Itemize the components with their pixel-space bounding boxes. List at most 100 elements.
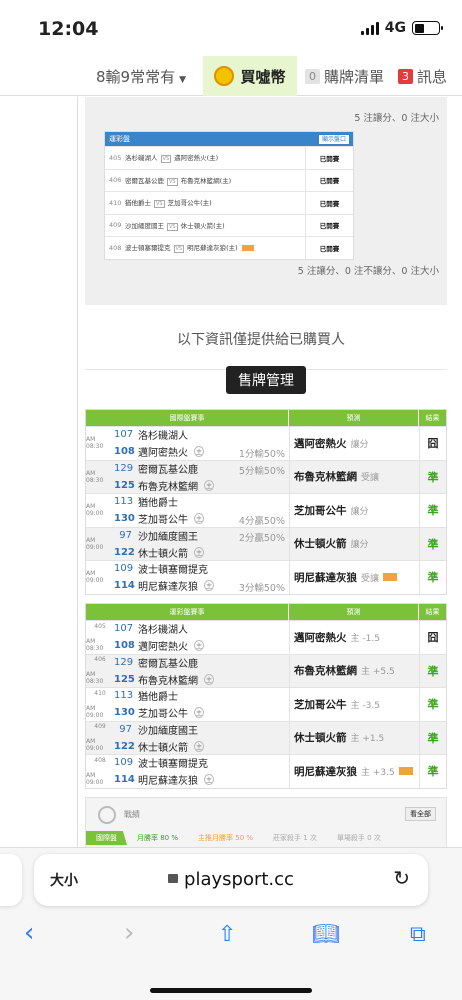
back-icon[interactable]: ‹ (24, 918, 34, 948)
home-team: 休士頓火箭 (138, 548, 188, 560)
table-row: AM 09:00 97 沙加緬度國王 122 休士頓火箭主 2分贏50% 休士頓火箭 讓分準 (86, 526, 446, 561)
result-cell: 準 (419, 460, 446, 493)
away-team: 波士頓塞爾提克 (138, 565, 208, 577)
buy-coins-button[interactable]: 買噓幣 (203, 56, 297, 96)
record-stats: 國際盤 月勝率 80 % 主推月勝率 50 % 莊家殺手 1 次 單場殺手 0 … (86, 831, 448, 845)
pick-note: 受讓 (361, 473, 380, 484)
away-team-line: 109 波士頓塞爾提克 (114, 755, 289, 770)
col-header-result: 結果 (425, 608, 440, 616)
game-id: 406 (109, 176, 122, 185)
user-menu[interactable]: 8輸9常常有 ▼ (96, 66, 186, 87)
vs-icon: VS (160, 155, 172, 164)
view-all-button[interactable]: 看全部 (405, 807, 436, 821)
home-mark: 主 (194, 513, 205, 525)
home-mark: 主 (194, 707, 205, 719)
teams-cell: 129 密爾瓦基公鹿 125 布魯克林籃網主 5分輸50% (114, 461, 289, 494)
away-team-line: 109 波士頓塞爾提克 (114, 561, 289, 576)
intl-table-header: 國際盤賽事 預測 結果 (86, 410, 446, 426)
team-number: 97 (119, 723, 132, 735)
show-odds-button[interactable]: 顯示盤口 (318, 134, 349, 144)
vs-icon: VS (167, 177, 178, 186)
user-name: 8輸9常常有 (96, 68, 176, 86)
result-cell: 囧 (419, 427, 446, 460)
record-tab-intl[interactable]: 國際盤 (86, 831, 127, 845)
buy-label: 買噓幣 (240, 67, 286, 86)
mini-table-header: 運彩盤 顯示盤口 (105, 132, 353, 146)
team-number: 125 (114, 673, 135, 685)
away-team-line: 97 沙加緬度國王 (114, 722, 289, 737)
home-mark: 主 (194, 740, 205, 752)
team-number: 129 (114, 462, 134, 474)
result-cell: 準 (419, 654, 446, 687)
time-cell: 408 AM 09:00 (86, 755, 114, 788)
tabs-icon[interactable]: ⧉ (410, 922, 426, 947)
pick-team: 芝加哥公牛 (294, 698, 347, 711)
pick-team: 休士頓火箭 (294, 538, 347, 551)
pick-tag-icon (383, 573, 398, 582)
pick-tag-icon (241, 245, 254, 252)
away-team: 沙加緬度國王 (138, 531, 198, 543)
pick-cell: 休士頓火箭主 +1.5 (289, 721, 419, 754)
home-team: 布魯克林籃網(主) (180, 176, 232, 185)
game-time: AM 08:30 (86, 436, 104, 451)
bookmarks-icon[interactable]: 📖︎ (312, 922, 340, 947)
time-cell: AM 08:30 (86, 427, 114, 460)
result-cell: 準 (419, 561, 446, 594)
previous-tab-stub[interactable] (0, 854, 22, 906)
matchup: 沙加緬度國王 VS 休士頓火箭(主) (125, 220, 305, 231)
pick-note: 讓分 (350, 540, 369, 551)
home-team: 明尼蘇達灰狼 (138, 582, 198, 594)
pick-note: 主 +5.5 (361, 667, 395, 678)
mini-table-row: 405 洛杉磯湖人 VS 邁阿密熱火(主) 已開賽 (105, 146, 353, 169)
team-number: 109 (114, 563, 134, 575)
table-row: AM 08:30 107 洛杉磯湖人 108 邁阿密熱火主 1分輸50% 邁阿密熱火 讓分囧 (86, 426, 446, 460)
battery-icon (412, 21, 443, 35)
message-count-badge: 3 (398, 69, 413, 84)
home-team-line: 122 休士頓火箭主 (114, 739, 289, 754)
team-number: 130 (114, 513, 135, 525)
mini-table-title: 運彩盤 (109, 135, 130, 143)
time-cell: AM 08:30 (86, 461, 114, 494)
team-number: 114 (114, 774, 135, 786)
game-id: 409 (94, 723, 106, 731)
home-team: 布魯克林籃網 (138, 481, 198, 493)
teams-cell: 107 洛杉磯湖人 108 邁阿密熱火主 1分輸50% (114, 427, 289, 460)
messages-link[interactable]: 3 訊息 (398, 66, 447, 87)
cart-link[interactable]: 0 購牌清單 (305, 66, 384, 87)
address-bar[interactable]: 大小 playsport.cc ↻ (34, 854, 428, 906)
pick-cell: 布魯克林籃網主 +5.5 (289, 654, 419, 687)
game-id: 410 (109, 198, 122, 207)
pick-team: 明尼蘇達灰狼 (294, 571, 357, 584)
team-number: 114 (114, 580, 135, 592)
cart-count-badge: 0 (305, 69, 320, 84)
away-team-line: 107 洛杉磯湖人 (114, 621, 289, 636)
away-team-line: 113 猶他爵士 (114, 688, 289, 703)
game-time: AM 08:30 (86, 469, 104, 484)
team-number: 107 (114, 429, 134, 441)
reload-icon[interactable]: ↻ (393, 866, 410, 890)
home-indicator (150, 988, 312, 993)
buyers-notice: 以下資訊僅提供給已購買人 (177, 332, 345, 348)
url-text: playsport.cc (184, 869, 294, 890)
pick-note: 主 -1.5 (350, 633, 380, 644)
handicap: 2分贏50% (238, 532, 285, 544)
share-icon[interactable]: ⇧ (218, 922, 236, 947)
teams-cell: 97 沙加緬度國王 122 休士頓火箭主 (114, 722, 289, 755)
vs-icon: VS (173, 245, 185, 254)
sell-management-button[interactable]: 售牌管理 (226, 366, 306, 394)
forward-icon[interactable]: › (124, 918, 134, 948)
pick-team: 邁阿密熱火 (294, 631, 347, 644)
pick-cell: 明尼蘇達灰狼 受讓 (289, 561, 419, 594)
away-team: 波士頓塞爾提克 (138, 759, 208, 771)
vs-icon: VS (167, 222, 178, 231)
away-team: 猶他爵士 (138, 498, 178, 510)
left-divider (77, 97, 78, 847)
game-id: 408 (109, 243, 122, 252)
teams-cell: 97 沙加緬度國王 122 休士頓火箭主 2分贏50% (114, 528, 289, 561)
home-team: 布魯克林籃網 (138, 675, 198, 687)
teams-cell: 109 波士頓塞爾提克 114 明尼蘇達灰狼主 3分輸50% (114, 561, 289, 594)
result-cell: 準 (419, 688, 446, 721)
record-month-rate: 月勝率 80 % (137, 834, 179, 842)
team-number: 129 (114, 656, 134, 668)
col-header-pick: 預測 (289, 410, 419, 426)
